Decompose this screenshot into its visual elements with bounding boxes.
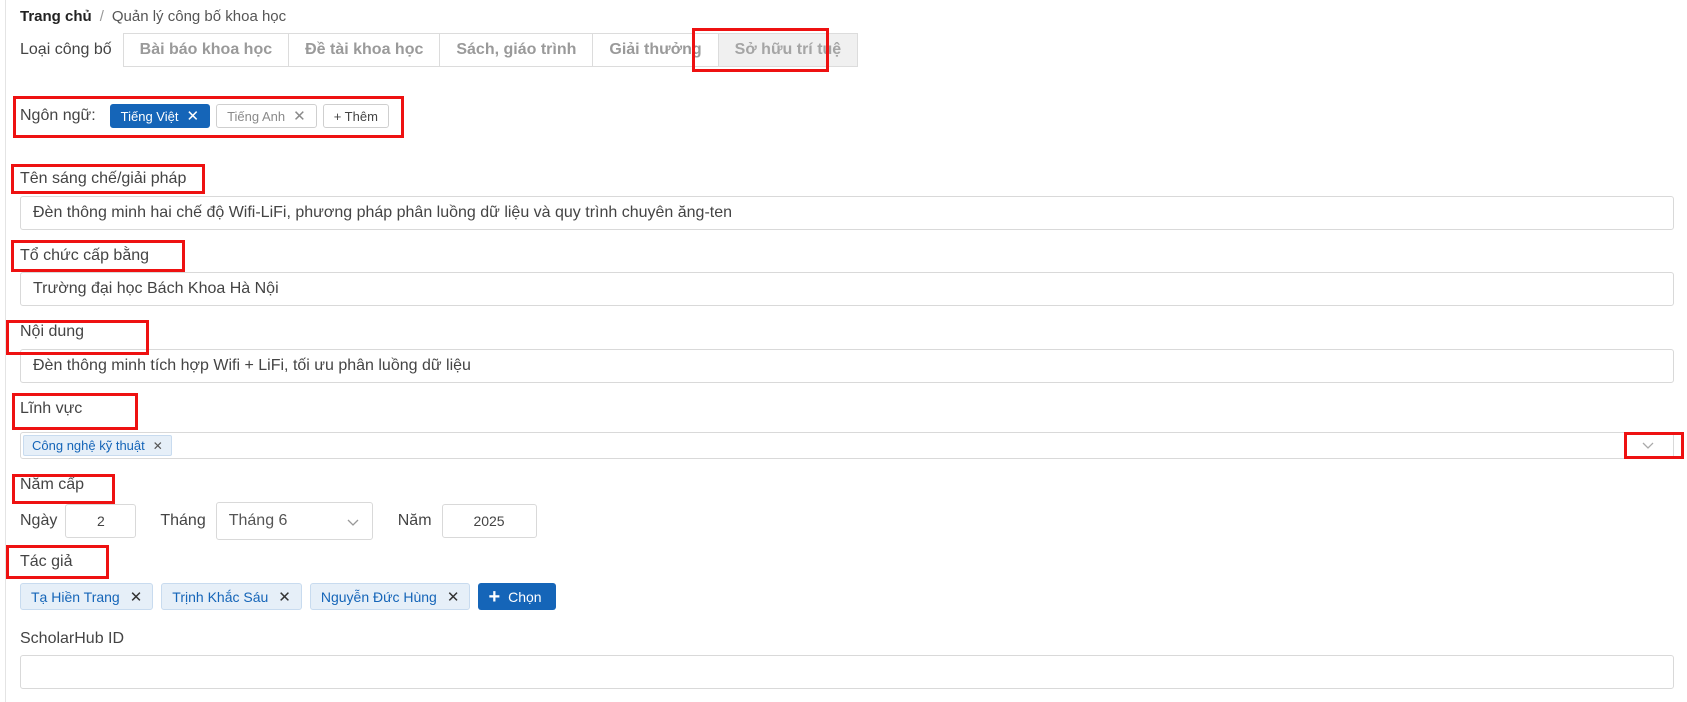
language-label: Ngôn ngữ: bbox=[20, 107, 96, 124]
choose-author-label: Chọn bbox=[508, 588, 542, 605]
authors-row: Tạ Hiền Trang ✕ Trịnh Khắc Sáu ✕ Nguyễn … bbox=[20, 583, 556, 610]
field-area-select[interactable]: Công nghệ kỹ thuật ✕ bbox=[20, 432, 1674, 459]
chevron-down-icon bbox=[347, 519, 359, 526]
month-select-value: Tháng 6 bbox=[228, 512, 288, 529]
year-label: Năm bbox=[397, 512, 432, 529]
plus-icon: + bbox=[488, 585, 501, 608]
close-icon[interactable]: ✕ bbox=[278, 588, 291, 606]
month-select[interactable]: Tháng 6 bbox=[215, 502, 373, 540]
invention-name-input[interactable]: Đèn thông minh hai chế độ Wifi-LiFi, phư… bbox=[20, 196, 1674, 230]
issuing-org-input[interactable]: Trường đại học Bách Khoa Hà Nội bbox=[20, 272, 1674, 306]
choose-author-button[interactable]: + Chọn bbox=[478, 583, 556, 610]
field-area-tag-label: Công nghệ kỹ thuật bbox=[32, 438, 145, 453]
scholarhub-label: ScholarHub ID bbox=[20, 630, 125, 647]
breadcrumb-separator: / bbox=[99, 8, 104, 25]
issue-date-row: Ngày 2 Tháng Tháng 6 Năm 2025 bbox=[20, 502, 537, 540]
language-chip-vietnamese[interactable]: Tiếng Việt ✕ bbox=[109, 104, 211, 128]
tab-books[interactable]: Sách, giáo trình bbox=[439, 33, 594, 67]
issue-year-label: Năm cấp bbox=[20, 476, 85, 493]
author-name: Tạ Hiền Trang bbox=[31, 588, 120, 605]
author-tag: Nguyễn Đức Hùng ✕ bbox=[309, 583, 471, 610]
invention-name-label: Tên sáng chế/giải pháp bbox=[20, 170, 187, 187]
issuing-org-label: Tổ chức cấp bằng bbox=[20, 247, 150, 264]
chevron-down-icon[interactable] bbox=[1641, 438, 1655, 452]
content-input[interactable]: Đèn thông minh tích hợp Wifi + LiFi, tối… bbox=[20, 349, 1674, 383]
language-chip-english[interactable]: Tiếng Anh ✕ bbox=[216, 104, 317, 128]
author-tag: Trịnh Khắc Sáu ✕ bbox=[161, 583, 302, 610]
left-border bbox=[5, 0, 6, 702]
day-input[interactable]: 2 bbox=[65, 504, 137, 538]
add-language-button[interactable]: + Thêm bbox=[322, 104, 389, 128]
breadcrumb: Trang chủ / Quản lý công bố khoa học bbox=[20, 8, 286, 25]
language-chip-label: Tiếng Việt bbox=[120, 108, 179, 124]
tab-awards[interactable]: Giải thưởng bbox=[592, 33, 719, 67]
tab-research-article[interactable]: Bài báo khoa học bbox=[122, 33, 290, 67]
close-icon[interactable]: ✕ bbox=[293, 109, 306, 124]
publication-type-tabs: Bài báo khoa học Đề tài khoa học Sách, g… bbox=[122, 33, 859, 67]
breadcrumb-current: Quản lý công bố khoa học bbox=[111, 8, 287, 25]
content-label: Nội dung bbox=[20, 323, 85, 340]
language-row: Ngôn ngữ: Tiếng Việt ✕ Tiếng Anh ✕ + Thê… bbox=[20, 104, 389, 128]
year-input[interactable]: 2025 bbox=[441, 504, 537, 538]
publication-type-label: Loại công bố bbox=[20, 41, 112, 58]
tab-research-project[interactable]: Đề tài khoa học bbox=[288, 33, 441, 67]
month-label: Tháng bbox=[160, 512, 206, 529]
language-chip-label: Tiếng Anh bbox=[227, 108, 286, 124]
scholarhub-input[interactable] bbox=[20, 655, 1674, 689]
breadcrumb-home[interactable]: Trang chủ bbox=[20, 8, 92, 25]
tab-intellectual-property[interactable]: Sở hữu trí tuệ bbox=[717, 33, 859, 67]
close-icon[interactable]: ✕ bbox=[130, 588, 143, 606]
author-name: Trịnh Khắc Sáu bbox=[172, 588, 269, 605]
close-icon[interactable]: ✕ bbox=[447, 588, 460, 606]
author-tag: Tạ Hiền Trang ✕ bbox=[20, 583, 154, 610]
publication-type-row: Loại công bố Bài báo khoa học Đề tài kho… bbox=[20, 33, 859, 67]
close-icon[interactable]: ✕ bbox=[153, 439, 163, 453]
close-icon[interactable]: ✕ bbox=[186, 109, 199, 124]
field-area-tag: Công nghệ kỹ thuật ✕ bbox=[23, 435, 172, 456]
authors-label: Tác giả bbox=[20, 553, 73, 570]
field-area-label: Lĩnh vực bbox=[20, 400, 83, 417]
author-name: Nguyễn Đức Hùng bbox=[320, 588, 437, 605]
day-label: Ngày bbox=[20, 512, 58, 529]
